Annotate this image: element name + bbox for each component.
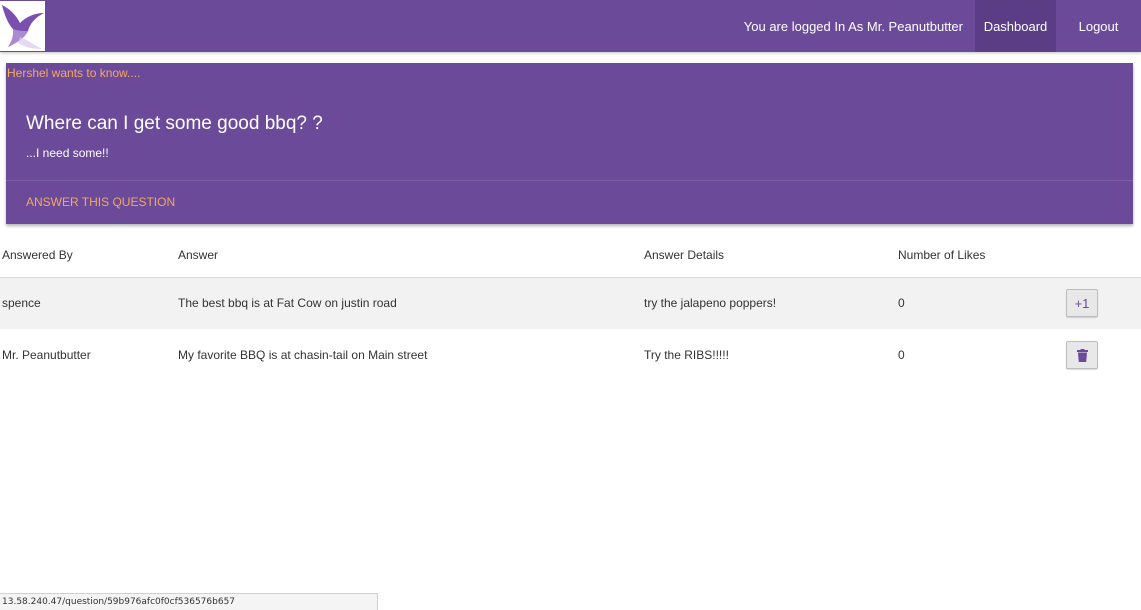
table-row: Mr. Peanutbutter My favorite BBQ is at c…: [0, 329, 1141, 381]
question-body: ...I need some!!: [26, 146, 109, 160]
header-number-of-likes: Number of Likes: [896, 234, 1066, 278]
question-card: Hershel wants to know.... Where can I ge…: [6, 63, 1133, 224]
answer-cell: My favorite BBQ is at chasin-tail on Mai…: [178, 348, 428, 362]
like-button[interactable]: +1: [1066, 289, 1098, 318]
likes-cell: 0: [896, 277, 1066, 329]
answers-table: Answered By Answer Answer Details Number…: [0, 234, 1141, 381]
trash-icon: [1076, 348, 1088, 362]
logged-in-status: You are logged In As Mr. Peanutbutter: [743, 18, 963, 34]
nav-right-group: You are logged In As Mr. Peanutbutter Da…: [744, 0, 1141, 52]
answer-details-cell: try the jalapeno poppers!: [642, 277, 896, 329]
answer-details-cell: Try the RIBS!!!!!: [644, 348, 729, 362]
table-row: spence The best bbq is at Fat Cow on jus…: [0, 277, 1141, 329]
header-actions: [1066, 234, 1141, 278]
likes-cell: 0: [898, 348, 905, 362]
top-navbar: You are logged In As Mr. Peanutbutter Da…: [0, 0, 1141, 52]
action-cell: [1066, 329, 1141, 381]
answered-by-cell: spence: [0, 277, 176, 329]
bird-logo-icon[interactable]: [0, 1, 45, 51]
nav-logout-link[interactable]: Logout: [1056, 0, 1141, 52]
action-cell: +1: [1066, 277, 1141, 329]
question-title: Where can I get some good bbq? ?: [26, 113, 323, 134]
header-answered-by: Answered By: [0, 234, 176, 278]
table-header-row: Answered By Answer Answer Details Number…: [0, 234, 1141, 278]
delete-button[interactable]: [1066, 341, 1098, 369]
header-answer-details: Answer Details: [642, 234, 896, 278]
header-answer: Answer: [176, 234, 642, 278]
question-asker: Hershel wants to know....: [7, 66, 141, 80]
answer-question-link[interactable]: ANSWER THIS QUESTION: [26, 195, 175, 209]
answered-by-cell: Mr. Peanutbutter: [2, 348, 91, 362]
card-divider: [6, 180, 1133, 181]
answer-cell: The best bbq is at Fat Cow on justin roa…: [176, 277, 642, 329]
status-bar-url: 13.58.240.47/question/59b976afc0f0cf5365…: [0, 593, 378, 610]
nav-dashboard-link[interactable]: Dashboard: [975, 0, 1056, 52]
